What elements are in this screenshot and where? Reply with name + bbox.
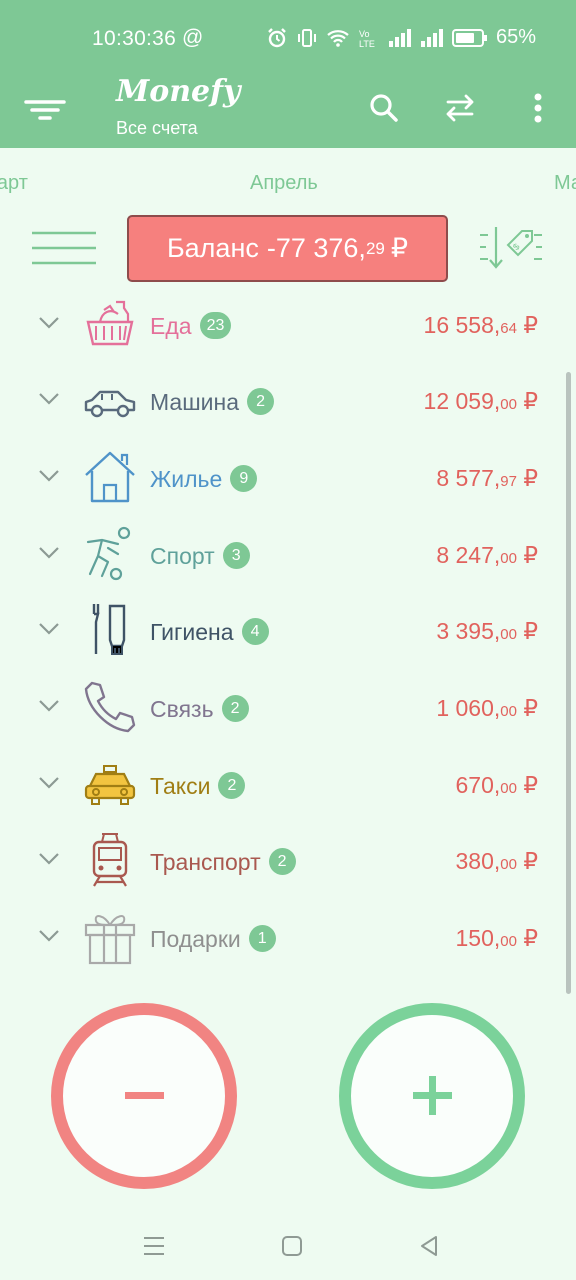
category-row[interactable]: Спорт 3 8 247,00 ₽: [0, 518, 576, 594]
category-name: Еда 23: [150, 312, 232, 340]
status-time: 10:30:36: [92, 27, 177, 50]
status-bar: 10:30:36 @ Vo LTE 65%: [0, 0, 576, 78]
at-icon: @: [182, 26, 204, 49]
category-row[interactable]: Машина 2 12 059,00 ₽: [0, 364, 576, 440]
transaction-count-badge: 2: [221, 695, 249, 722]
category-row[interactable]: Еда 23 16 558,64 ₽: [0, 288, 576, 364]
transaction-count-badge: 9: [230, 465, 258, 492]
more-vert-icon[interactable]: [516, 86, 560, 130]
transaction-count-badge: 2: [247, 388, 275, 415]
filter-menu-icon[interactable]: [24, 88, 68, 132]
list-scrollbar[interactable]: [566, 372, 571, 994]
phone-icon: [84, 681, 136, 733]
chevron-down-icon[interactable]: [38, 469, 60, 483]
back-icon[interactable]: [416, 1232, 444, 1260]
category-name: Связь 2: [150, 695, 249, 723]
category-name: Гигиена 4: [150, 618, 269, 646]
svg-text:Vo: Vo: [359, 29, 370, 39]
list-view-icon[interactable]: [30, 230, 98, 266]
transaction-count-badge: 3: [222, 542, 250, 569]
chevron-down-icon[interactable]: [38, 852, 60, 866]
chevron-down-icon[interactable]: [38, 392, 60, 406]
transaction-count-badge: 4: [241, 618, 269, 645]
category-amount: 380,00 ₽: [455, 848, 538, 874]
chevron-down-icon[interactable]: [38, 316, 60, 330]
food-basket-icon: [86, 300, 134, 346]
category-name: Такси 2: [150, 772, 246, 800]
toothbrush-toothpaste-icon: [92, 604, 126, 655]
chevron-down-icon[interactable]: [38, 622, 60, 636]
chevron-down-icon[interactable]: [38, 776, 60, 790]
home-icon[interactable]: [278, 1232, 306, 1260]
category-row[interactable]: Связь 2 1 060,00 ₽: [0, 671, 576, 747]
category-name: Машина 2: [150, 388, 275, 416]
category-amount: 16 558,64 ₽: [423, 312, 538, 338]
month-prev[interactable]: Март: [0, 172, 28, 195]
signal-icon: [388, 28, 411, 47]
category-name: Жилье 9: [150, 465, 258, 493]
month-current[interactable]: Апрель: [250, 172, 318, 195]
transaction-count-badge: 1: [248, 925, 276, 952]
battery-icon: [451, 28, 487, 47]
month-selector[interactable]: Март Апрель Май: [0, 162, 576, 206]
status-icons: Vo LTE 65%: [266, 26, 536, 49]
category-amount: 8 247,00 ₽: [436, 542, 538, 568]
transaction-count-badge: 23: [199, 312, 232, 339]
category-amount: 12 059,00 ₽: [423, 388, 538, 414]
house-icon: [85, 451, 135, 503]
balance-cents: 29: [365, 238, 385, 258]
balance-button[interactable]: Баланс -77 376, 29 ₽: [127, 215, 448, 282]
vibrate-icon: [297, 28, 316, 47]
alarm-icon: [268, 27, 286, 47]
account-selector[interactable]: Все счета: [116, 118, 198, 139]
category-amount: 3 395,00 ₽: [436, 618, 538, 644]
app-title: Monefy: [116, 74, 241, 109]
recent-apps-icon[interactable]: [140, 1232, 168, 1260]
balance-amount: -77 376,: [266, 233, 366, 263]
wifi-icon: [327, 29, 349, 47]
system-nav-bar: [0, 1210, 576, 1280]
app-bar: Monefy Все счета: [0, 74, 576, 148]
category-row[interactable]: Жилье 9 8 577,97 ₽: [0, 441, 576, 517]
gift-icon: [84, 915, 136, 965]
add-income-button[interactable]: [339, 1003, 525, 1189]
category-row[interactable]: Гигиена 4 3 395,00 ₽: [0, 594, 576, 670]
battery-percent: 65%: [495, 26, 536, 48]
month-next[interactable]: Май: [554, 172, 576, 195]
category-row[interactable]: Транспорт 2 380,00 ₽: [0, 824, 576, 900]
category-amount: 8 577,97 ₽: [436, 465, 538, 491]
volte-icon: VoLTE: [359, 29, 375, 49]
car-icon: [84, 390, 136, 418]
taxi-icon: [84, 765, 136, 805]
train-icon: [92, 833, 128, 887]
category-name: Подарки 1: [150, 925, 276, 953]
transaction-count-badge: 2: [218, 772, 246, 799]
svg-text:LTE: LTE: [359, 39, 375, 49]
chevron-down-icon[interactable]: [38, 546, 60, 560]
plus-icon: [413, 1076, 452, 1115]
minus-icon: [125, 1092, 164, 1099]
category-row[interactable]: Такси 2 670,00 ₽: [0, 748, 576, 824]
chevron-down-icon[interactable]: [38, 929, 60, 943]
search-icon[interactable]: [362, 86, 406, 130]
category-name: Спорт 3: [150, 542, 250, 570]
category-amount: 1 060,00 ₽: [436, 695, 538, 721]
signal-icon: [420, 28, 443, 47]
price-tag-sort-icon[interactable]: $: [478, 223, 544, 273]
category-amount: 150,00 ₽: [455, 925, 538, 951]
transaction-count-badge: 2: [268, 848, 296, 875]
category-name: Транспорт 2: [150, 848, 296, 876]
transfer-icon[interactable]: [438, 86, 482, 130]
soccer-player-icon: [86, 526, 131, 581]
category-row[interactable]: Подарки 1 150,00 ₽: [0, 901, 576, 977]
add-expense-button[interactable]: [51, 1003, 237, 1189]
chevron-down-icon[interactable]: [38, 699, 60, 713]
category-amount: 670,00 ₽: [455, 772, 538, 798]
balance-label: Баланс: [166, 233, 259, 263]
balance-currency: ₽: [390, 233, 409, 263]
